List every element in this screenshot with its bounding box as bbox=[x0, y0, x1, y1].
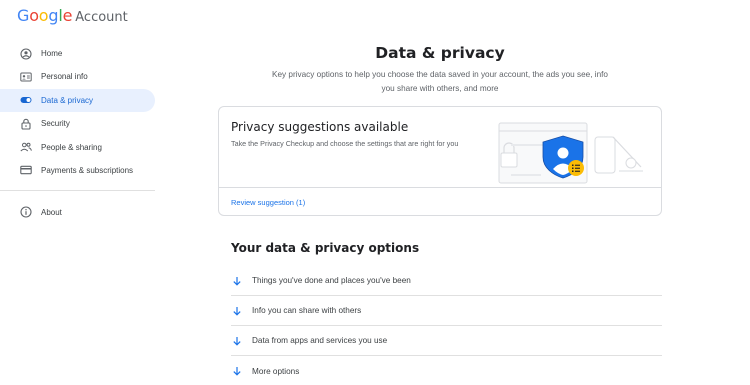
privacy-checkup-illustration bbox=[491, 115, 651, 187]
option-label: More options bbox=[252, 366, 300, 376]
logo-letter: e bbox=[62, 6, 73, 25]
logo-letter: G bbox=[17, 6, 30, 25]
review-suggestion-link[interactable]: Review suggestion (1) bbox=[231, 198, 305, 207]
toggle-icon bbox=[20, 94, 32, 106]
option-apps-data[interactable]: Data from apps and services you use bbox=[231, 326, 662, 356]
option-label: Data from apps and services you use bbox=[252, 336, 388, 345]
logo-letter: g bbox=[48, 6, 59, 25]
sidebar-item-label: About bbox=[41, 207, 62, 217]
option-activity[interactable]: Things you've done and places you've bee… bbox=[231, 266, 662, 296]
page-subtitle: Key privacy options to help you choose t… bbox=[272, 70, 608, 93]
arrow-down-icon bbox=[231, 365, 243, 377]
people-icon bbox=[20, 141, 32, 153]
sidebar-item-security[interactable]: Security bbox=[0, 112, 155, 135]
sidebar-item-label: Payments & subscriptions bbox=[41, 165, 134, 175]
info-icon bbox=[20, 206, 32, 219]
privacy-options-list: Things you've done and places you've bee… bbox=[231, 266, 662, 385]
section-title: Your data & privacy options bbox=[231, 241, 420, 255]
arrow-down-icon bbox=[231, 275, 243, 287]
id-card-icon bbox=[20, 71, 32, 83]
sidebar-item-label: Home bbox=[41, 49, 63, 58]
app-name: Account bbox=[75, 10, 128, 25]
lock-icon bbox=[20, 118, 32, 130]
option-label: Things you've done and places you've bee… bbox=[252, 276, 411, 285]
sidebar-divider bbox=[0, 189, 155, 191]
sidebar-item-label: Personal info bbox=[41, 72, 88, 82]
option-label: Info you can share with others bbox=[252, 306, 362, 315]
sidebar-item-label: People & sharing bbox=[41, 142, 102, 152]
page-title: Data & privacy bbox=[375, 44, 505, 62]
card-divider bbox=[219, 187, 661, 188]
logo-letter: o bbox=[38, 6, 49, 25]
sidebar-item-data-privacy[interactable]: Data & privacy bbox=[0, 88, 155, 112]
sidebar-item-label: Security bbox=[41, 119, 70, 129]
sidebar-item-people-sharing[interactable]: People & sharing bbox=[0, 136, 155, 159]
option-info-share[interactable]: Info you can share with others bbox=[231, 296, 662, 326]
sidebar-item-home[interactable]: Home bbox=[0, 42, 155, 65]
sidebar-item-personal-info[interactable]: Personal info bbox=[0, 65, 155, 88]
card-description: Take the Privacy Checkup and choose the … bbox=[231, 139, 459, 148]
arrow-down-icon bbox=[231, 305, 243, 317]
credit-card-icon bbox=[20, 164, 32, 176]
google-logo[interactable]: Google bbox=[17, 6, 72, 26]
privacy-suggestions-card: Privacy suggestions available Take the P… bbox=[218, 106, 662, 216]
home-icon bbox=[20, 47, 32, 60]
option-more[interactable]: More options bbox=[231, 356, 662, 385]
sidebar-item-payments[interactable]: Payments & subscriptions bbox=[0, 159, 155, 182]
header: Google Account bbox=[17, 6, 128, 28]
card-title: Privacy suggestions available bbox=[231, 120, 409, 134]
logo-letter: o bbox=[29, 6, 39, 25]
sidebar-item-about[interactable]: About bbox=[0, 201, 155, 224]
sidebar-item-label: Data & privacy bbox=[41, 95, 94, 105]
sidebar-nav: Home Personal info Data & privacy Securi… bbox=[0, 42, 160, 224]
arrow-down-icon bbox=[231, 335, 243, 347]
